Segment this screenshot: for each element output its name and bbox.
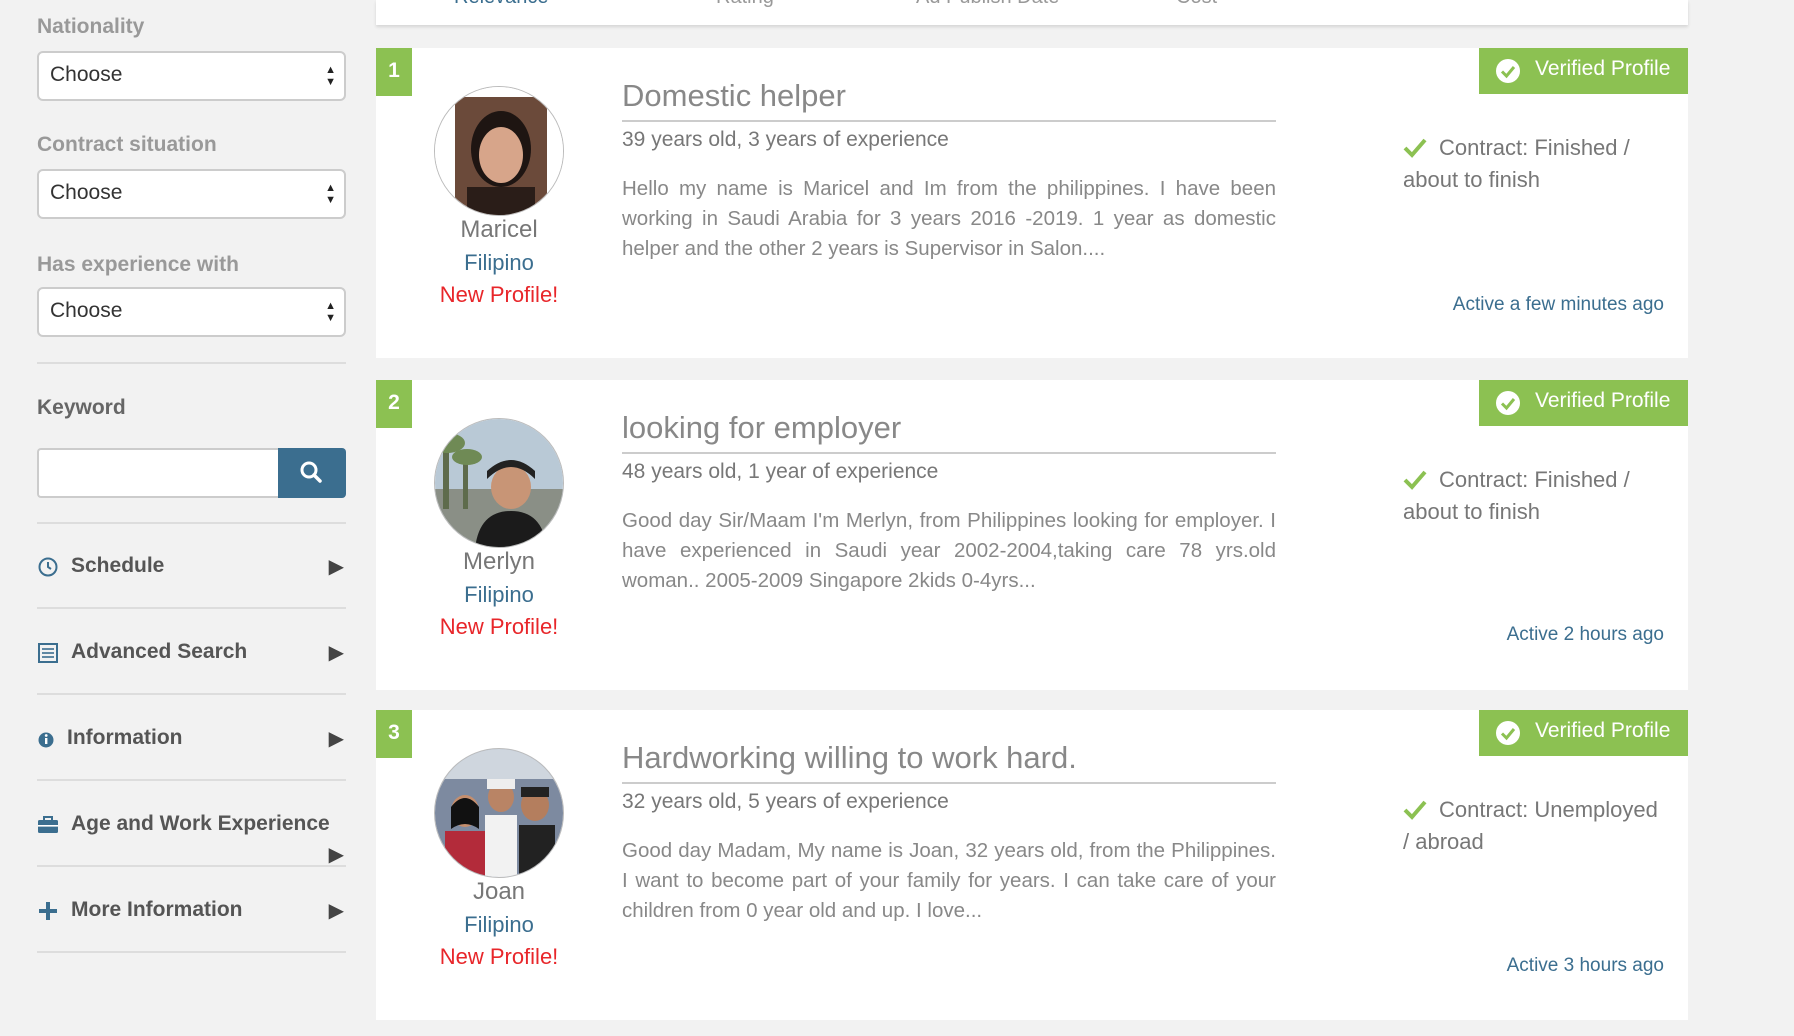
check-circle-icon — [1496, 59, 1520, 83]
clock-icon — [38, 557, 58, 577]
verified-profile-label: Verified Profile — [1535, 719, 1671, 742]
contract-status-text: Contract: Unemployed / abroad — [1403, 797, 1658, 854]
avatar[interactable] — [434, 86, 564, 216]
new-profile-badge: New Profile! — [439, 282, 559, 307]
contract-status: Contract: Finished / about to finish — [1403, 132, 1663, 196]
ad-title[interactable]: Domestic helper — [622, 78, 1276, 122]
section-more-information[interactable]: More Information ▶ — [37, 890, 346, 934]
result-card[interactable]: 2 Merlyn Filipino New Profile! looking f… — [376, 380, 1688, 690]
nationality-select-value: Choose — [50, 63, 123, 86]
section-information[interactable]: Information ▶ — [37, 718, 346, 762]
contract-status: Contract: Unemployed / abroad — [1403, 794, 1663, 858]
avatar[interactable] — [434, 748, 564, 878]
checkmark-icon — [1403, 800, 1427, 820]
nationality-select[interactable]: Choose ▲ ▼ — [37, 51, 346, 101]
expand-arrow-icon: ▶ — [328, 556, 344, 578]
contract-situation-label: Contract situation — [37, 133, 217, 156]
select-arrows-icon: ▲ ▼ — [325, 300, 336, 324]
keyword-label: Keyword — [37, 396, 126, 419]
section-advanced-search[interactable]: Advanced Search ▶ — [37, 632, 346, 676]
contract-situation-select[interactable]: Choose ▲ ▼ — [37, 169, 346, 219]
info-icon — [38, 732, 54, 748]
checkmark-icon — [1403, 470, 1427, 490]
new-profile-badge: New Profile! — [439, 944, 559, 969]
section-information-label: Information — [67, 726, 183, 749]
age-experience: 32 years old, 5 years of experience — [622, 790, 949, 813]
age-experience: 48 years old, 1 year of experience — [622, 460, 939, 483]
profile-name: Merlyn — [462, 548, 535, 575]
briefcase-icon — [38, 816, 58, 833]
age-experience: 39 years old, 3 years of experience — [622, 128, 949, 151]
verified-profile-badge: Verified Profile — [1479, 710, 1688, 756]
list-icon — [38, 643, 58, 663]
profile-name: Maricel — [460, 216, 538, 243]
profile-nationality: Filipino — [464, 582, 534, 607]
check-circle-icon — [1496, 721, 1520, 745]
has-experience-label: Has experience with — [37, 253, 239, 276]
last-active: Active a few minutes ago — [1452, 294, 1664, 315]
has-experience-select-value: Choose — [50, 299, 123, 322]
has-experience-select[interactable]: Choose ▲ ▼ — [37, 287, 346, 337]
profile-photo — [435, 87, 563, 215]
sort-relevance[interactable]: Relevance — [454, 0, 549, 9]
ad-title[interactable]: Hardworking willing to work hard. — [622, 740, 1276, 784]
search-icon — [300, 461, 322, 483]
last-active: Active 3 hours ago — [1506, 955, 1664, 976]
select-arrows-icon: ▲ ▼ — [325, 64, 336, 88]
checkmark-icon — [1403, 138, 1427, 158]
profile-photo — [435, 419, 563, 547]
ad-description: Good day Madam, My name is Joan, 32 year… — [622, 839, 1276, 922]
avatar[interactable] — [434, 418, 564, 548]
sort-bar: Relevance Rating Ad Publish Date Cost — [376, 0, 1688, 25]
section-schedule-label: Schedule — [71, 554, 165, 577]
result-number: 3 — [376, 710, 412, 758]
divider — [37, 779, 346, 781]
contract-status: Contract: Finished / about to finish — [1403, 464, 1663, 528]
contract-status-text: Contract: Finished / about to finish — [1403, 135, 1630, 192]
ad-description: Hello my name is Maricel and Im from the… — [622, 177, 1276, 260]
select-arrows-icon: ▲ ▼ — [325, 182, 336, 206]
result-number: 1 — [376, 48, 412, 96]
keyword-search-button[interactable] — [278, 448, 346, 498]
contract-status-text: Contract: Finished / about to finish — [1403, 467, 1630, 524]
verified-profile-label: Verified Profile — [1535, 57, 1671, 80]
divider — [37, 522, 346, 524]
ad-title[interactable]: looking for employer — [622, 410, 1276, 454]
profile-photo — [435, 749, 563, 877]
divider — [37, 865, 346, 867]
divider — [37, 362, 346, 364]
verified-profile-badge: Verified Profile — [1479, 380, 1688, 426]
nationality-label: Nationality — [37, 15, 145, 38]
profile-nationality: Filipino — [464, 250, 534, 275]
sort-cost[interactable]: Cost — [1176, 0, 1217, 9]
profile-name: Joan — [472, 878, 526, 905]
profile-nationality: Filipino — [464, 912, 534, 937]
sort-ad-publish-date[interactable]: Ad Publish Date — [916, 0, 1059, 9]
expand-arrow-icon: ▶ — [328, 642, 344, 664]
section-schedule[interactable]: Schedule ▶ — [37, 546, 346, 590]
sort-rating[interactable]: Rating — [716, 0, 774, 9]
expand-arrow-icon: ▶ — [328, 900, 344, 922]
section-age-work-experience-label: Age and Work Experience — [71, 812, 330, 835]
divider — [37, 951, 346, 953]
expand-arrow-icon: ▶ — [328, 728, 344, 750]
section-age-work-experience[interactable]: Age and Work Experience ▶ — [37, 804, 346, 868]
verified-profile-label: Verified Profile — [1535, 389, 1671, 412]
new-profile-badge: New Profile! — [439, 614, 559, 639]
keyword-input[interactable] — [37, 448, 278, 498]
expand-arrow-icon: ▶ — [328, 844, 344, 866]
divider — [37, 607, 346, 609]
check-circle-icon — [1496, 391, 1520, 415]
verified-profile-badge: Verified Profile — [1479, 48, 1688, 94]
section-advanced-search-label: Advanced Search — [71, 640, 248, 663]
result-number: 2 — [376, 380, 412, 428]
divider — [37, 693, 346, 695]
plus-icon — [39, 902, 57, 920]
ad-description: Good day Sir/Maam I'm Merlyn, from Phili… — [622, 509, 1276, 592]
contract-situation-select-value: Choose — [50, 181, 123, 204]
last-active: Active 2 hours ago — [1506, 624, 1664, 645]
section-more-information-label: More Information — [71, 898, 243, 921]
result-card[interactable]: 3 Joan Filipino New Profile! Hardworking… — [376, 710, 1688, 1020]
result-card[interactable]: 1 Maricel Filipino New Profile! Domestic… — [376, 48, 1688, 358]
